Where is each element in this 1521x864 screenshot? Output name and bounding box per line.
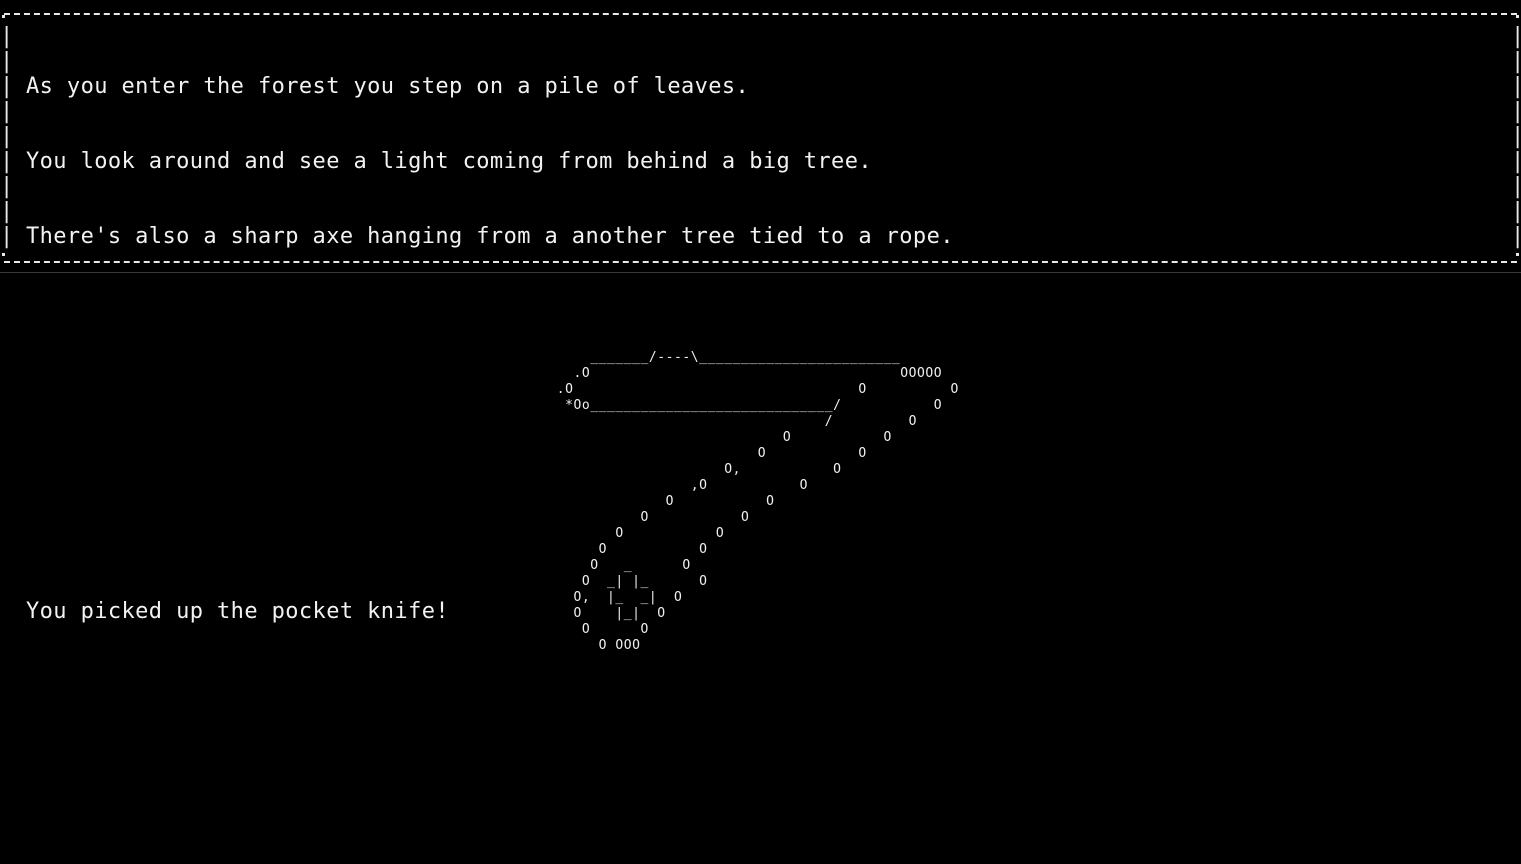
story-line: [26, 299, 954, 324]
dialog-corner-top-right: [1516, 15, 1519, 18]
pocket-knife-ascii-art: _______/----\________________________ .O…: [556, 350, 959, 653]
dialog-corner-bottom-left: [2, 253, 5, 256]
story-line: As you enter the forest you step on a pi…: [26, 74, 750, 99]
dialog-box: | | | | | | | | | | | | | | | | | | As y…: [0, 0, 1521, 624]
game-screen: | | | | | | | | | | | | | | | | | | As y…: [0, 0, 1521, 864]
dialog-top-border: [4, 13, 1517, 15]
dialog-corner-bottom-right: [1516, 253, 1519, 256]
dialog-left-border: | | | | | | | | |: [0, 24, 14, 249]
dialog-corner-top-left: [2, 15, 5, 18]
dialog-right-border: | | | | | | | | |: [1511, 24, 1521, 249]
story-line: There's also a sharp axe hanging from a …: [26, 224, 954, 249]
story-line: [26, 674, 954, 699]
story-line: You look around and see a light coming f…: [26, 149, 872, 174]
